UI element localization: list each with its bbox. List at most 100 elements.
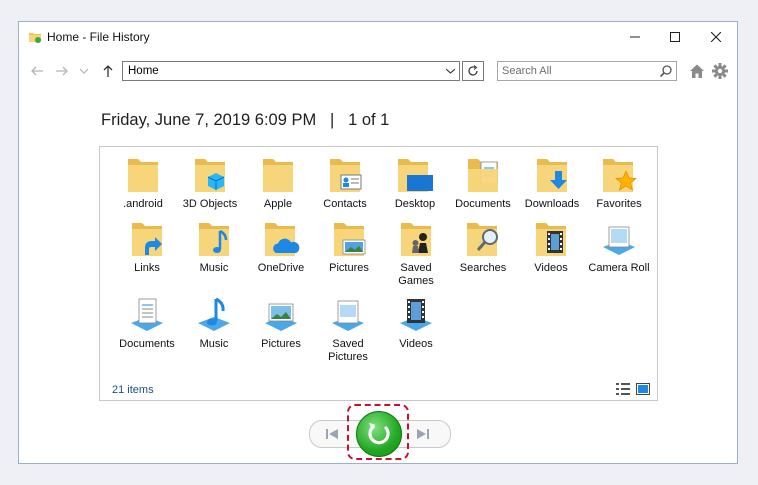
arrow-left-icon — [31, 66, 43, 76]
folder-item[interactable]: Saved Games — [383, 219, 449, 288]
minimize-button[interactable] — [615, 26, 655, 48]
saved-pictures-library-icon — [332, 300, 364, 331]
music-library-icon — [198, 297, 230, 331]
item-label: Links — [134, 262, 160, 274]
item-label: Desktop — [394, 198, 436, 210]
documents-folder-icon — [468, 159, 498, 192]
item-label: Contacts — [323, 198, 367, 210]
videos-library-icon — [400, 299, 432, 331]
search-icon — [659, 65, 672, 78]
skip-next-icon — [417, 429, 429, 439]
documents-library-icon — [131, 298, 163, 331]
camera-roll-library-icon — [603, 226, 635, 255]
onedrive-folder-icon — [265, 223, 300, 256]
gear-icon[interactable] — [711, 62, 729, 80]
item-label: Documents — [455, 198, 511, 210]
file-history-app-icon — [29, 33, 41, 43]
item-label: Music — [199, 338, 229, 350]
folder-item[interactable]: 3D Objects — [177, 155, 243, 211]
address-value: Home — [128, 65, 159, 77]
item-label: Videos — [399, 338, 433, 350]
address-bar[interactable]: Home — [122, 61, 460, 81]
3d-objects-folder-icon — [195, 159, 225, 192]
restore-button-highlight — [347, 404, 409, 460]
title-bar: Home - File History — [19, 22, 737, 52]
library-item[interactable]: Pictures — [248, 295, 314, 351]
item-label: Camera Roll — [588, 262, 650, 274]
item-label: Documents — [119, 338, 175, 350]
folder-item[interactable]: Videos — [518, 219, 584, 275]
previous-version-button[interactable] — [322, 425, 342, 443]
item-label: Pictures — [329, 262, 369, 274]
backup-date-header: Friday, June 7, 2019 6:09 PM | 1 of 1 — [101, 111, 389, 130]
item-count: 21 items — [112, 384, 154, 396]
folder-item[interactable]: OneDrive — [248, 219, 314, 275]
saved-games-folder-icon — [401, 223, 431, 256]
item-label: Saved Pictures — [328, 338, 368, 363]
large-icons-view-icon[interactable] — [636, 383, 650, 395]
library-item[interactable]: Videos — [383, 295, 449, 351]
backup-date: Friday, June 7, 2019 6:09 PM — [101, 111, 317, 129]
next-version-button[interactable] — [413, 425, 433, 443]
arrow-up-icon — [103, 65, 113, 77]
chevron-down-icon — [445, 68, 455, 74]
folder-item[interactable]: .android — [110, 155, 176, 211]
up-button[interactable] — [99, 62, 117, 80]
back-button[interactable] — [28, 62, 46, 80]
downloads-folder-icon — [537, 159, 567, 192]
search-box[interactable]: Search All — [497, 61, 677, 81]
videos-folder-icon — [536, 223, 566, 256]
folder-item[interactable]: Music — [181, 219, 247, 275]
item-label: Music — [199, 262, 229, 274]
address-dropdown-button[interactable] — [442, 62, 458, 80]
skip-previous-icon — [326, 429, 338, 439]
item-label: Searches — [459, 262, 507, 274]
library-item[interactable]: Music — [181, 295, 247, 351]
folder-item[interactable]: Contacts — [312, 155, 378, 211]
searches-folder-icon — [467, 223, 498, 256]
contacts-folder-icon — [330, 159, 362, 192]
desktop-folder-icon — [398, 159, 433, 192]
navigation-toolbar: Home Search All — [19, 60, 737, 84]
folder-item[interactable]: Documents — [450, 155, 516, 211]
folder-item[interactable]: Downloads — [519, 155, 585, 211]
forward-button[interactable] — [53, 62, 71, 80]
recent-locations-button[interactable] — [75, 62, 93, 80]
close-button[interactable] — [696, 26, 736, 48]
maximize-icon — [670, 32, 680, 42]
folder-item[interactable]: Links — [114, 219, 180, 275]
item-label: Pictures — [261, 338, 301, 350]
backup-content-view: .android 3D Objects Apple Contacts Deskt… — [99, 146, 658, 401]
music-folder-icon — [199, 223, 229, 256]
backup-page-info: 1 of 1 — [348, 111, 390, 129]
maximize-button[interactable] — [655, 26, 695, 48]
library-item[interactable]: Documents — [114, 295, 180, 351]
window-title: Home - File History — [47, 30, 150, 44]
close-icon — [711, 32, 721, 42]
item-label: Apple — [263, 198, 293, 210]
favorites-folder-icon — [603, 159, 637, 192]
item-label: Favorites — [596, 198, 642, 210]
pictures-folder-icon — [334, 223, 366, 256]
folder-item[interactable]: Desktop — [382, 155, 448, 211]
file-history-window: Home - File History Home Search All Frid… — [18, 21, 738, 464]
search-placeholder: Search All — [502, 65, 552, 77]
folder-item[interactable]: Searches — [450, 219, 516, 275]
home-icon[interactable] — [688, 62, 706, 80]
refresh-icon — [468, 65, 478, 76]
library-item[interactable]: Saved Pictures — [315, 295, 381, 364]
item-label: .android — [123, 198, 163, 210]
library-item[interactable]: Camera Roll — [586, 219, 652, 275]
minimize-icon — [630, 36, 640, 38]
item-label: Saved Games — [398, 262, 434, 287]
refresh-button[interactable] — [462, 61, 484, 81]
folder-icon — [128, 159, 158, 192]
pictures-library-icon — [265, 303, 297, 331]
folder-item[interactable]: Favorites — [586, 155, 652, 211]
item-label: Videos — [534, 262, 568, 274]
header-separator: | — [330, 111, 335, 129]
folder-item[interactable]: Pictures — [316, 219, 382, 275]
details-view-icon[interactable] — [616, 383, 630, 395]
folder-item[interactable]: Apple — [245, 155, 311, 211]
links-folder-icon — [132, 223, 162, 256]
